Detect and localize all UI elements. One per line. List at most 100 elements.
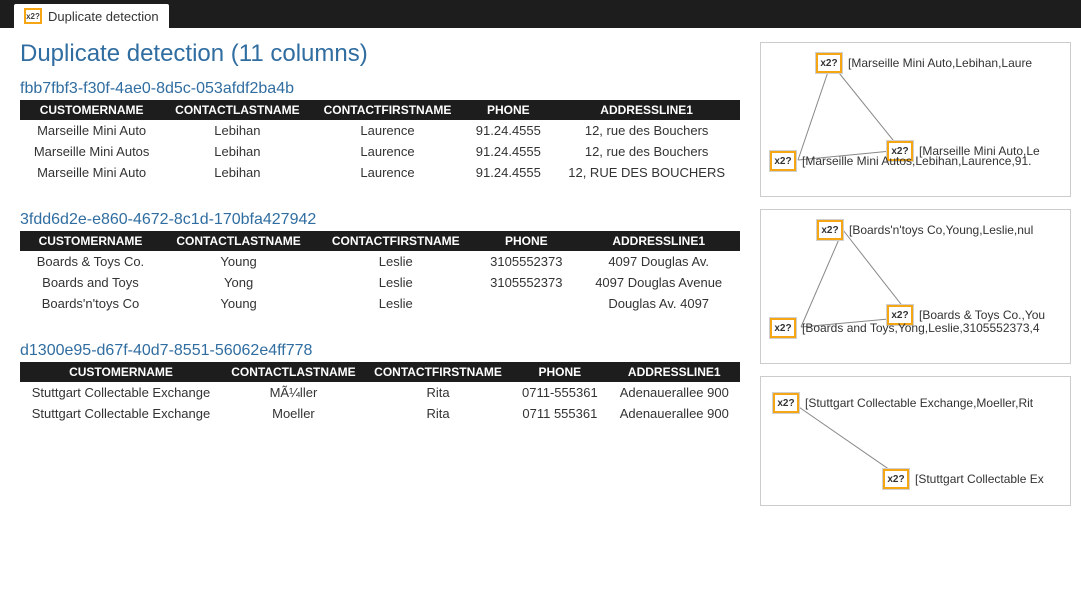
table-cell: Moeller bbox=[222, 403, 365, 424]
table-cell: Leslie bbox=[316, 272, 475, 293]
tab-label: Duplicate detection bbox=[48, 9, 159, 24]
table-cell: 0711-555361 bbox=[511, 382, 608, 403]
column-header: CONTACTFIRSTNAME bbox=[365, 362, 511, 382]
duplicate-table: CUSTOMERNAMECONTACTLASTNAMECONTACTFIRSTN… bbox=[20, 100, 740, 183]
table-cell: 91.24.4555 bbox=[463, 141, 553, 162]
duplicate-icon: x2? bbox=[883, 469, 909, 489]
table-cell: 3105552373 bbox=[475, 272, 577, 293]
graph-panel[interactable]: x2? [Stuttgart Collectable Exchange,Moell… bbox=[760, 376, 1071, 506]
duplicate-group: d1300e95-d67f-40d7-8551-56062e4ff778 CUST… bbox=[20, 342, 740, 424]
table-row[interactable]: Marseille Mini AutoLebihanLaurence91.24.… bbox=[20, 162, 740, 183]
table-cell: Douglas Av. 4097 bbox=[577, 293, 740, 314]
graph-node-label: [Boards'n'toys Co,Young,Leslie,nul bbox=[849, 223, 1033, 237]
column-header: CUSTOMERNAME bbox=[20, 362, 222, 382]
table-cell: Adenauerallee 900 bbox=[609, 382, 740, 403]
table-cell: Laurence bbox=[312, 162, 464, 183]
graph-panel[interactable]: x2?[Boards'n'toys Co,Young,Leslie,nulx2?… bbox=[760, 209, 1071, 364]
table-cell: Lebihan bbox=[163, 141, 311, 162]
table-cell: Marseille Mini Auto bbox=[20, 162, 163, 183]
column-header: CONTACTLASTNAME bbox=[163, 100, 311, 120]
table-row[interactable]: Stuttgart Collectable ExchangeMoellerRit… bbox=[20, 403, 740, 424]
table-cell: Lebihan bbox=[163, 120, 311, 141]
table-cell: 4097 Douglas Avenue bbox=[577, 272, 740, 293]
column-header: PHONE bbox=[463, 100, 553, 120]
graph-node-label: [Stuttgart Collectable Ex bbox=[915, 472, 1044, 486]
duplicate-icon: x2? bbox=[770, 151, 796, 171]
content-area: Duplicate detection (11 columns) fbb7fbf… bbox=[0, 28, 1081, 506]
column-header: CONTACTLASTNAME bbox=[222, 362, 365, 382]
graph-node[interactable]: x2? [Boards'n'toys Co,Young,Leslie,nul bbox=[817, 220, 1033, 240]
column-header: ADDRESSLINE1 bbox=[577, 231, 740, 251]
table-cell: Leslie bbox=[316, 293, 475, 314]
table-row[interactable]: Marseille Mini AutosLebihanLaurence91.24… bbox=[20, 141, 740, 162]
table-cell bbox=[475, 293, 577, 314]
duplicate-table: CUSTOMERNAMECONTACTLASTNAMECONTACTFIRSTN… bbox=[20, 362, 740, 424]
table-cell: Boards and Toys bbox=[20, 272, 161, 293]
table-cell: 12, rue des Bouchers bbox=[553, 120, 740, 141]
graph-panel[interactable]: x2?[Marseille Mini Auto,Lebihan,Laurex2?… bbox=[760, 42, 1071, 197]
group-id[interactable]: fbb7fbf3-f30f-4ae0-8d5c-053afdf2ba4b bbox=[20, 80, 740, 98]
table-cell: Boards'n'toys Co bbox=[20, 293, 161, 314]
table-cell: Lebihan bbox=[163, 162, 311, 183]
table-cell: Young bbox=[161, 251, 316, 272]
duplicate-icon: x2? bbox=[770, 318, 796, 338]
table-cell: Adenauerallee 900 bbox=[609, 403, 740, 424]
table-row[interactable]: Boards'n'toys CoYoungLeslie Douglas Av. 4… bbox=[20, 293, 740, 314]
graphs-column: x2?[Marseille Mini Auto,Lebihan,Laurex2?… bbox=[760, 42, 1071, 506]
graph-node[interactable]: x2? [Stuttgart Collectable Ex bbox=[883, 469, 1044, 489]
column-header: PHONE bbox=[475, 231, 577, 251]
table-cell: Rita bbox=[365, 382, 511, 403]
tables-column: Duplicate detection (11 columns) fbb7fbf… bbox=[20, 42, 740, 506]
graph-node[interactable]: x2? [Marseille Mini Auto,Lebihan,Laure bbox=[816, 53, 1032, 73]
column-header: CONTACTFIRSTNAME bbox=[316, 231, 475, 251]
table-cell: MÃ¼ller bbox=[222, 382, 365, 403]
group-id[interactable]: d1300e95-d67f-40d7-8551-56062e4ff778 bbox=[20, 342, 740, 360]
table-cell: 3105552373 bbox=[475, 251, 577, 272]
tab-duplicate-detection[interactable]: x2? Duplicate detection bbox=[14, 4, 169, 28]
table-row[interactable]: Stuttgart Collectable ExchangeMÃ¼llerRit… bbox=[20, 382, 740, 403]
table-cell: 12, RUE DES BOUCHERS bbox=[553, 162, 740, 183]
table-cell: Marseille Mini Auto bbox=[20, 120, 163, 141]
column-header: CUSTOMERNAME bbox=[20, 100, 163, 120]
table-cell: 0711 555361 bbox=[511, 403, 608, 424]
table-cell: Marseille Mini Autos bbox=[20, 141, 163, 162]
column-header: CUSTOMERNAME bbox=[20, 231, 161, 251]
table-row[interactable]: Boards and ToysYongLeslie31055523734097 … bbox=[20, 272, 740, 293]
table-cell: 91.24.4555 bbox=[463, 120, 553, 141]
group-id[interactable]: 3fdd6d2e-e860-4672-8c1d-170bfa427942 bbox=[20, 211, 740, 229]
table-cell: Young bbox=[161, 293, 316, 314]
table-cell: Leslie bbox=[316, 251, 475, 272]
tab-bar: x2? Duplicate detection bbox=[0, 0, 1081, 28]
table-cell: Laurence bbox=[312, 141, 464, 162]
duplicate-table: CUSTOMERNAMECONTACTLASTNAMECONTACTFIRSTN… bbox=[20, 231, 740, 314]
table-cell: Boards & Toys Co. bbox=[20, 251, 161, 272]
column-header: CONTACTLASTNAME bbox=[161, 231, 316, 251]
duplicate-icon: x2? bbox=[24, 8, 42, 24]
duplicate-group: fbb7fbf3-f30f-4ae0-8d5c-053afdf2ba4b CUST… bbox=[20, 80, 740, 183]
column-header: CONTACTFIRSTNAME bbox=[312, 100, 464, 120]
graph-node-label: [Boards and Toys,Yong,Leslie,3105552373,… bbox=[802, 321, 1040, 335]
column-header: ADDRESSLINE1 bbox=[553, 100, 740, 120]
table-cell: 4097 Douglas Av. bbox=[577, 251, 740, 272]
table-cell: Rita bbox=[365, 403, 511, 424]
graph-node-label: [Stuttgart Collectable Exchange,Moeller,… bbox=[805, 396, 1033, 410]
graph-node[interactable]: x2? [Marseille Mini Autos,Lebihan,Laurenc… bbox=[770, 151, 1031, 171]
graph-node[interactable]: x2? [Boards and Toys,Yong,Leslie,31055523… bbox=[770, 318, 1040, 338]
duplicate-icon: x2? bbox=[773, 393, 799, 413]
table-cell: Yong bbox=[161, 272, 316, 293]
graph-node-label: [Marseille Mini Auto,Lebihan,Laure bbox=[848, 56, 1032, 70]
duplicate-group: 3fdd6d2e-e860-4672-8c1d-170bfa427942 CUST… bbox=[20, 211, 740, 314]
table-row[interactable]: Boards & Toys Co.YoungLeslie310555237340… bbox=[20, 251, 740, 272]
table-cell: Stuttgart Collectable Exchange bbox=[20, 403, 222, 424]
table-cell: 12, rue des Bouchers bbox=[553, 141, 740, 162]
table-row[interactable]: Marseille Mini AutoLebihanLaurence91.24.… bbox=[20, 120, 740, 141]
graph-node-label: [Marseille Mini Autos,Lebihan,Laurence,9… bbox=[802, 154, 1031, 168]
graph-node[interactable]: x2? [Stuttgart Collectable Exchange,Moell… bbox=[773, 393, 1033, 413]
column-header: ADDRESSLINE1 bbox=[609, 362, 740, 382]
duplicate-icon: x2? bbox=[816, 53, 842, 73]
table-cell: 91.24.4555 bbox=[463, 162, 553, 183]
table-cell: Laurence bbox=[312, 120, 464, 141]
page-title: Duplicate detection (11 columns) bbox=[20, 42, 740, 66]
duplicate-icon: x2? bbox=[817, 220, 843, 240]
table-cell: Stuttgart Collectable Exchange bbox=[20, 382, 222, 403]
